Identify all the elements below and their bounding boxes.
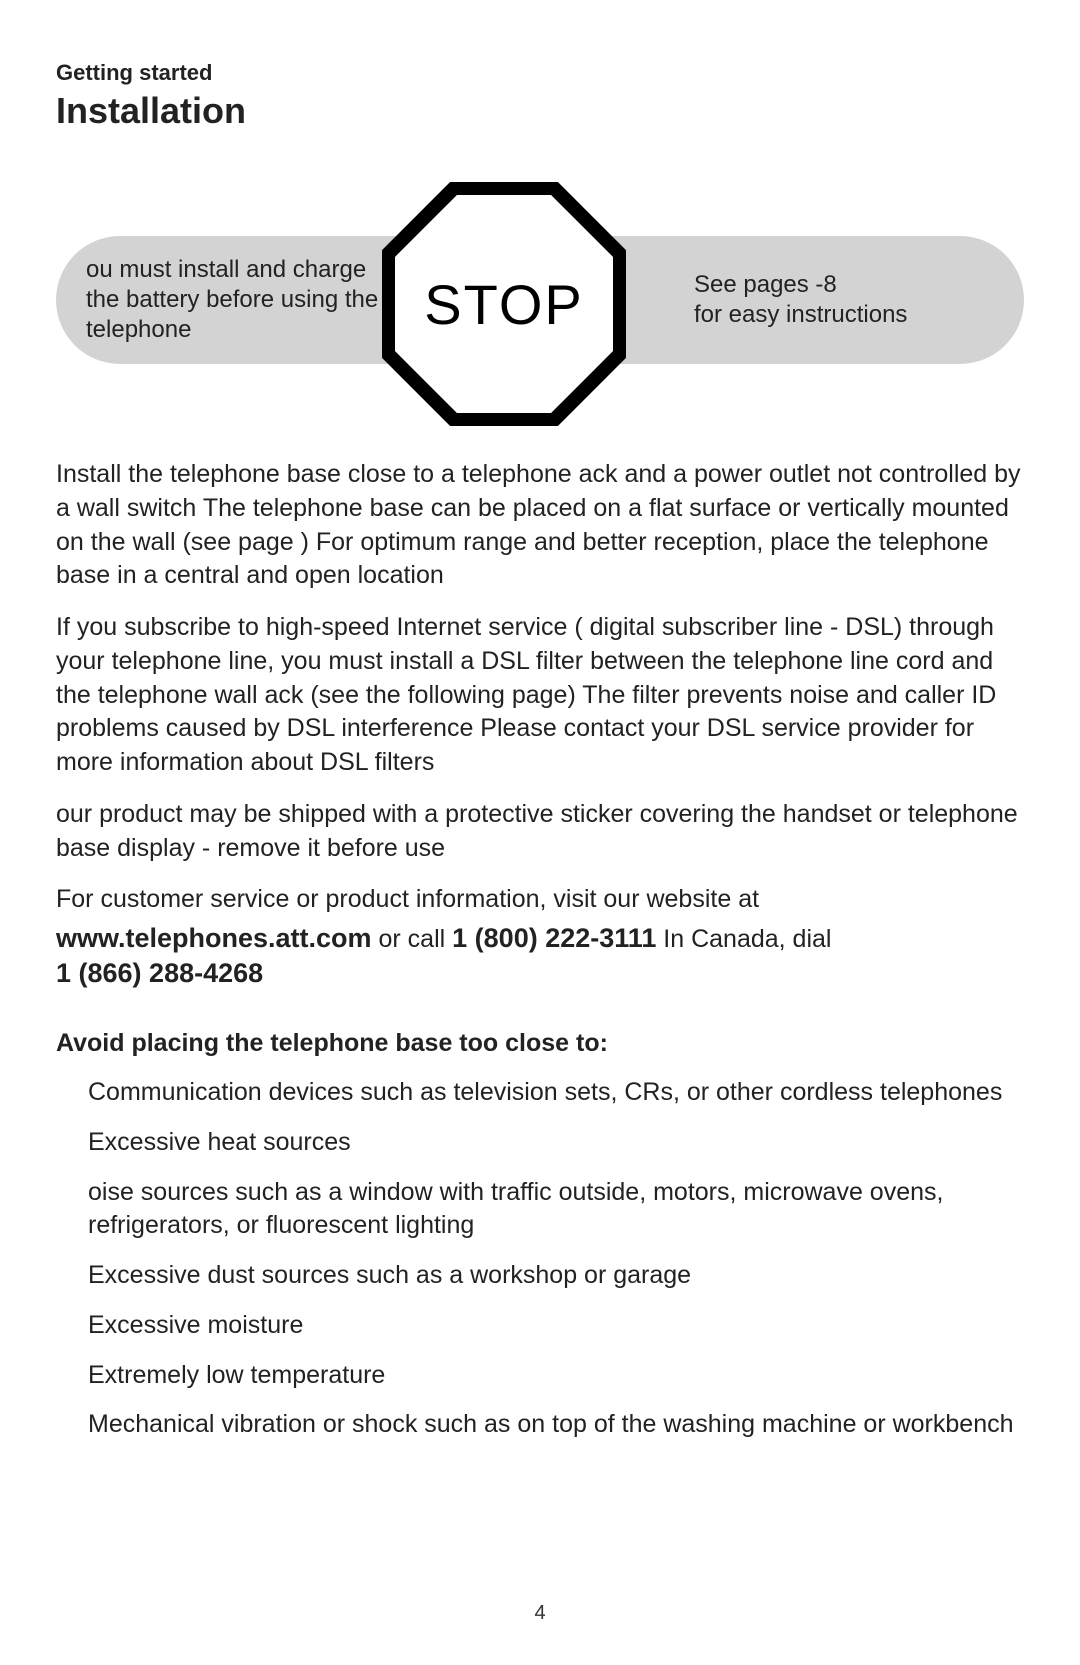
avoid-list: Communication devices such as television… bbox=[56, 1076, 1024, 1442]
list-item: Excessive moisture bbox=[88, 1309, 1024, 1343]
body-paragraph-1: Install the telephone base close to a te… bbox=[56, 458, 1024, 593]
phone-canada: 1 (866) 288-4268 bbox=[56, 958, 263, 988]
body-paragraph-2: If you subscribe to high-speed Internet … bbox=[56, 611, 1024, 780]
or-call-label: or call bbox=[372, 925, 453, 953]
stop-banner-left-text: ou must install and charge the battery b… bbox=[86, 255, 386, 345]
website-url: www.telephones.att.com bbox=[56, 923, 372, 953]
avoid-heading: Avoid placing the telephone base too clo… bbox=[56, 1029, 1024, 1058]
list-item: Mechanical vibration or shock such as on… bbox=[88, 1408, 1024, 1442]
phone-us: 1 (800) 222-3111 bbox=[452, 923, 656, 953]
list-item: Communication devices such as television… bbox=[88, 1076, 1024, 1110]
canada-label: In Canada, dial bbox=[656, 925, 831, 953]
stop-banner-right-text: See pages -8 for easy instructions bbox=[694, 270, 994, 330]
section-label: Getting started bbox=[56, 60, 1024, 86]
list-item: Excessive dust sources such as a worksho… bbox=[88, 1259, 1024, 1293]
body-paragraph-3: our product may be shipped with a protec… bbox=[56, 798, 1024, 866]
stop-right-line2: for easy instructions bbox=[694, 301, 907, 328]
customer-service-intro: For customer service or product informat… bbox=[56, 883, 1024, 917]
list-item: Excessive heat sources bbox=[88, 1126, 1024, 1160]
page-number: 4 bbox=[0, 1602, 1080, 1625]
list-item: Extremely low temperature bbox=[88, 1359, 1024, 1393]
page-title: Installation bbox=[56, 90, 1024, 132]
stop-right-line1: See pages -8 bbox=[694, 271, 837, 298]
stop-sign-icon: STOP bbox=[382, 182, 626, 426]
contact-block: www.telephones.att.com or call 1 (800) 2… bbox=[56, 921, 1024, 991]
stop-sign-label: STOP bbox=[382, 182, 626, 426]
stop-banner: ou must install and charge the battery b… bbox=[56, 182, 1024, 426]
list-item: oise sources such as a window with traff… bbox=[88, 1176, 1024, 1244]
